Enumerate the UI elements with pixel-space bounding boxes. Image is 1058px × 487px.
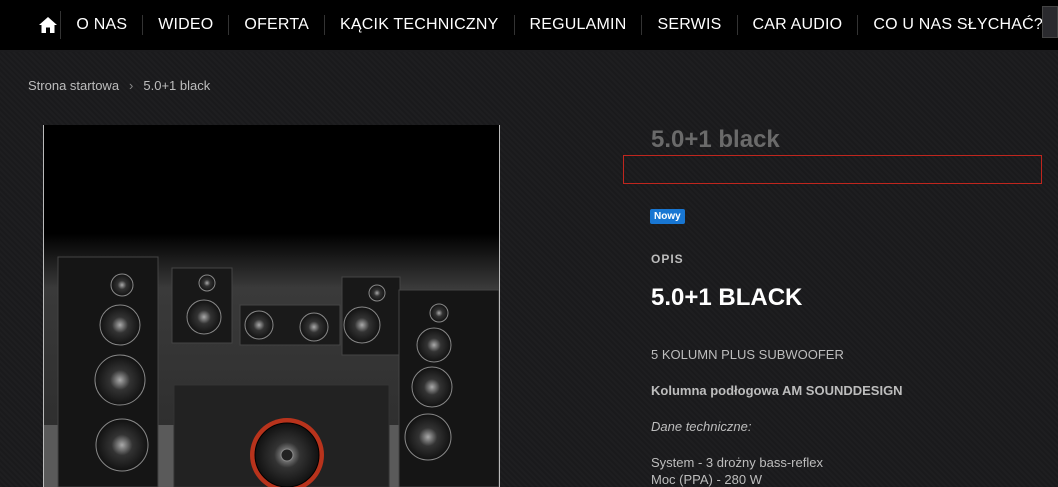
spec-power: Moc (PPA) - 280 W <box>651 472 763 487</box>
breadcrumb-home[interactable]: Strona startowa <box>28 78 119 93</box>
nav-item-wideo[interactable]: WIDEO <box>143 15 230 35</box>
description-subtitle: 5 KOLUMN PLUS SUBWOOFER <box>651 347 844 362</box>
nav-item-co-u-nas-slychac[interactable]: CO U NAS SŁYCHAĆ? <box>858 15 1058 35</box>
nav-item-car-audio[interactable]: CAR AUDIO <box>738 15 859 35</box>
new-badge: Nowy <box>650 209 685 224</box>
top-navigation: O NAS WIDEO OFERTA KĄCIK TECHNICZNY REGU… <box>0 0 1058 50</box>
spec-system: System - 3 drożny bass-reflex <box>651 455 823 470</box>
speaker-set-photo <box>44 125 499 487</box>
product-image[interactable] <box>43 125 500 487</box>
column-title: Kolumna podłogowa AM SOUNDDESIGN <box>651 383 903 398</box>
section-label-opis: OPIS <box>651 252 684 266</box>
highlight-box <box>623 155 1042 184</box>
product-title: 5.0+1 black <box>651 126 780 153</box>
description-heading: 5.0+1 BLACK <box>651 284 803 311</box>
nav-item-serwis[interactable]: SERWIS <box>642 15 738 35</box>
nav-item-regulamin[interactable]: REGULAMIN <box>515 15 643 35</box>
spec-title: Dane techniczne: <box>651 419 752 434</box>
home-icon <box>39 17 58 33</box>
nav-item-kacik-techniczny[interactable]: KĄCIK TECHNICZNY <box>325 15 515 35</box>
home-link[interactable] <box>36 11 62 39</box>
nav-item-oferta[interactable]: OFERTA <box>229 15 326 35</box>
breadcrumb: Strona startowa › 5.0+1 black <box>28 78 210 93</box>
nav-side-button[interactable] <box>1042 6 1058 38</box>
breadcrumb-current: 5.0+1 black <box>143 78 211 93</box>
breadcrumb-chevron-icon: › <box>129 78 134 93</box>
nav-item-o-nas[interactable]: O NAS <box>61 15 144 35</box>
